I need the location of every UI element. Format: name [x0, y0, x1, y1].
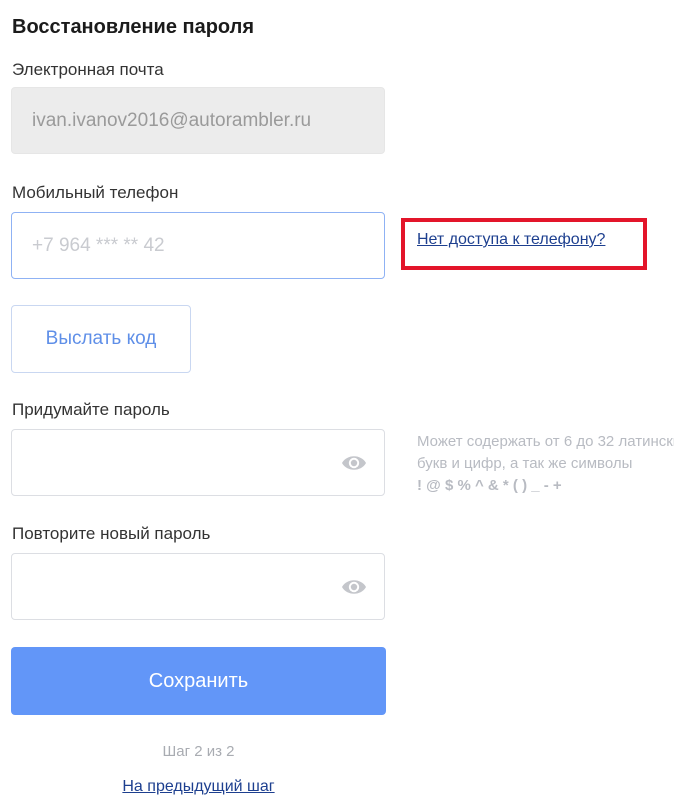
page-title: Восстановление пароля	[12, 16, 255, 38]
prev-step-link[interactable]: На предыдущий шаг	[122, 778, 274, 795]
save-button[interactable]: Сохранить	[11, 647, 386, 715]
hint-line: Может содержать от 6 до 32 латинских	[417, 433, 674, 450]
new-password-label: Придумайте пароль	[12, 400, 170, 419]
hint-line: ! @ $ % ^ & * ( ) _ - +	[417, 477, 562, 494]
eye-icon[interactable]	[340, 451, 368, 475]
hint-line: букв и цифр, а так же символы	[417, 455, 633, 472]
prev-step-container: На предыдущий шаг	[11, 778, 386, 796]
repeat-password-label: Повторите новый пароль	[12, 524, 211, 543]
email-label: Электронная почта	[12, 60, 164, 79]
repeat-password-field[interactable]	[11, 553, 385, 620]
new-password-input[interactable]	[12, 430, 384, 495]
email-input[interactable]	[12, 88, 384, 153]
no-phone-access-link[interactable]: Нет доступа к телефону?	[417, 231, 605, 249]
phone-field[interactable]	[11, 212, 385, 279]
repeat-password-input[interactable]	[12, 554, 384, 619]
email-field[interactable]	[11, 87, 385, 154]
new-password-field[interactable]	[11, 429, 385, 496]
send-code-button[interactable]: Выслать код	[11, 305, 191, 373]
phone-label: Мобильный телефон	[12, 183, 179, 202]
step-indicator: Шаг 2 из 2	[162, 743, 235, 760]
password-hint: Может содержать от 6 до 32 латинских бук…	[417, 431, 674, 497]
phone-input[interactable]	[12, 213, 384, 278]
eye-icon[interactable]	[340, 575, 368, 599]
